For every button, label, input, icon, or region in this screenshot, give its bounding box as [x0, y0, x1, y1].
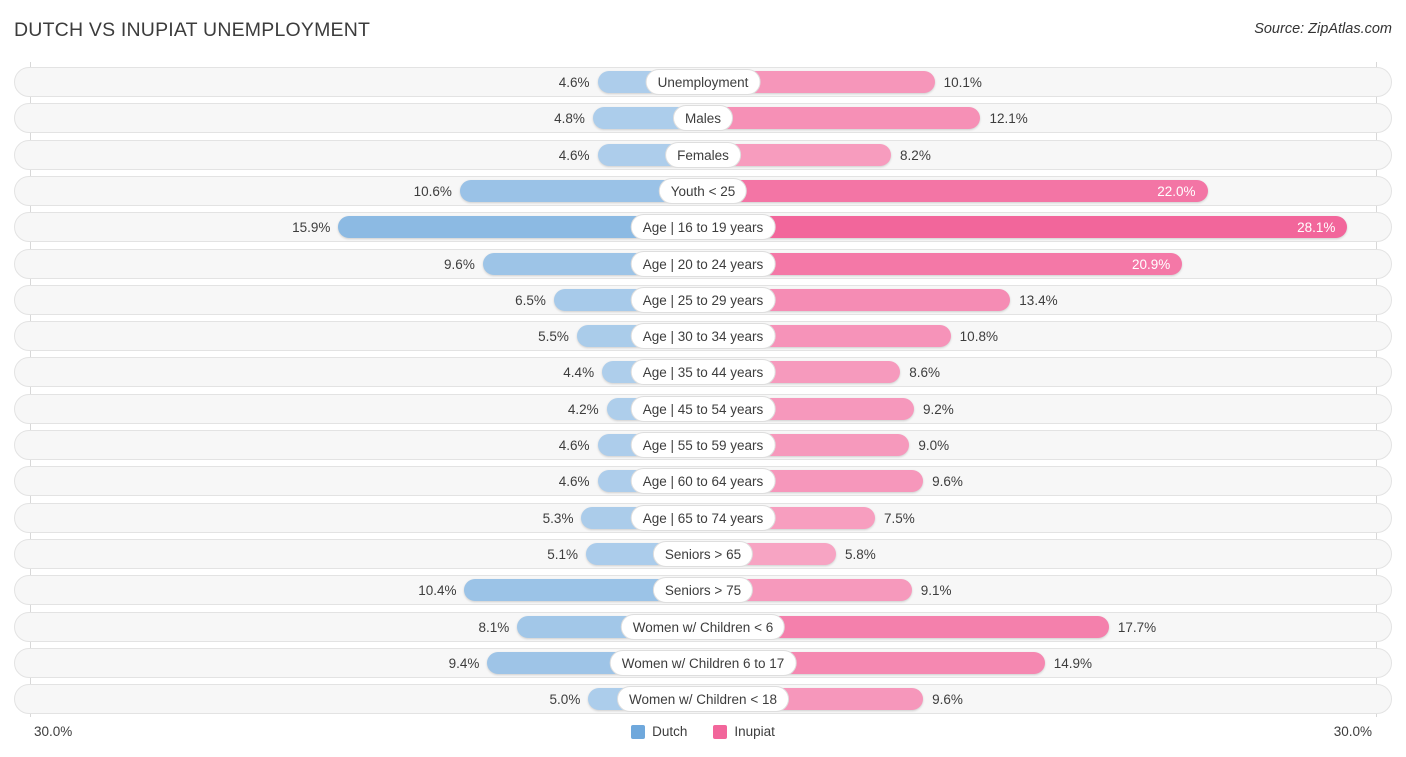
page-title: DUTCH VS INUPIAT UNEMPLOYMENT: [14, 19, 371, 41]
category-label: Youth < 25: [658, 177, 748, 204]
bar-value-inupiat: 14.9%: [1053, 655, 1092, 671]
bar-value-dutch: 4.6%: [558, 438, 590, 453]
bar-value-dutch: 8.1%: [478, 619, 510, 635]
bar-value-dutch: 6.5%: [515, 292, 546, 308]
bar-value-inupiat: 9.1%: [920, 583, 952, 599]
bar-value-inupiat: 28.1%: [1297, 220, 1336, 236]
category-label: Women w/ Children 6 to 17: [609, 649, 797, 676]
category-label: Women w/ Children < 18: [617, 686, 789, 713]
table-row: 9.6% 20.9% Age | 20 to 24 years: [14, 248, 1392, 279]
bar-value-inupiat: 13.4%: [1019, 292, 1058, 308]
bar-inupiat: [703, 216, 1348, 239]
chart-legend: Dutch Inupiat: [0, 724, 1406, 739]
table-row: 4.6% 8.2% Females: [14, 139, 1392, 170]
bar-value-inupiat: 7.5%: [884, 510, 915, 526]
table-row: 4.6% 10.1% Unemployment: [14, 67, 1392, 97]
category-label: Unemployment: [645, 69, 761, 95]
bar-value-inupiat: 8.6%: [909, 365, 940, 381]
legend-label: Dutch: [652, 724, 688, 739]
category-label: Age | 65 to 74 years: [630, 504, 776, 531]
bar-value-inupiat: 9.2%: [922, 401, 954, 417]
bar-value-inupiat: 10.1%: [943, 75, 982, 90]
category-label: Males: [672, 105, 734, 132]
bar-value-inupiat: 9.6%: [932, 692, 963, 708]
table-row: 5.0% 9.6% Women w/ Children < 18: [14, 684, 1392, 715]
bar-value-dutch: 5.3%: [542, 510, 574, 526]
chart-header: DUTCH VS INUPIAT UNEMPLOYMENT Source: Zi…: [0, 0, 1406, 62]
source-attribution: Source: ZipAtlas.com: [1254, 21, 1392, 37]
bar-value-dutch: 15.9%: [292, 220, 331, 236]
category-label: Age | 60 to 64 years: [630, 468, 776, 495]
bar-value-dutch: 4.6%: [558, 474, 590, 490]
table-row: 10.6% 22.0% Youth < 25: [14, 175, 1392, 206]
table-row: 15.9% 28.1% Age | 16 to 19 years: [14, 212, 1392, 243]
bar-value-dutch: 10.6%: [413, 183, 452, 199]
category-label: Women w/ Children < 6: [620, 613, 786, 640]
bar-value-dutch: 10.4%: [418, 583, 457, 599]
chart-footer: 30.0% 30.0% Dutch Inupiat: [0, 717, 1406, 757]
legend-swatch-icon: [713, 724, 728, 739]
category-label: Females: [665, 141, 741, 168]
table-row: 9.4% 14.9% Women w/ Children 6 to 17: [14, 647, 1392, 678]
bar-value-inupiat: 8.2%: [900, 147, 931, 163]
table-row: 6.5% 13.4% Age | 25 to 29 years: [14, 284, 1392, 315]
legend-item[interactable]: Dutch: [631, 724, 687, 739]
bar-value-dutch: 4.8%: [554, 111, 585, 127]
table-row: 5.1% 5.8% Seniors > 65: [14, 538, 1392, 569]
bar-value-dutch: 4.4%: [563, 365, 595, 381]
bar-inupiat: [703, 107, 981, 130]
category-label: Age | 20 to 24 years: [630, 250, 776, 277]
category-label: Age | 55 to 59 years: [630, 432, 776, 458]
table-row: 4.2% 9.2% Age | 45 to 54 years: [14, 393, 1392, 424]
table-row: 4.8% 12.1% Males: [14, 103, 1392, 134]
bar-value-inupiat: 10.8%: [959, 329, 998, 345]
bar-value-dutch: 9.6%: [444, 256, 475, 272]
legend-item[interactable]: Inupiat: [713, 724, 775, 739]
bar-value-dutch: 4.6%: [558, 75, 590, 90]
category-label: Seniors > 65: [652, 540, 754, 567]
bar-value-inupiat: 17.7%: [1117, 619, 1157, 635]
category-label: Age | 25 to 29 years: [630, 286, 776, 313]
bar-value-dutch: 4.2%: [567, 401, 599, 417]
bar-value-dutch: 9.4%: [448, 655, 480, 671]
table-row: 5.5% 10.8% Age | 30 to 34 years: [14, 321, 1392, 352]
category-label: Seniors > 75: [652, 577, 754, 604]
table-row: 8.1% 17.7% Women w/ Children < 6: [14, 611, 1392, 642]
table-row: 4.4% 8.6% Age | 35 to 44 years: [14, 357, 1392, 388]
bar-value-inupiat: 5.8%: [845, 546, 876, 562]
bar-value-inupiat: 12.1%: [989, 111, 1028, 127]
bar-value-dutch: 5.5%: [538, 329, 569, 345]
category-label: Age | 16 to 19 years: [630, 214, 776, 241]
table-row: 5.3% 7.5% Age | 65 to 74 years: [14, 502, 1392, 533]
bar-value-dutch: 4.6%: [558, 147, 590, 163]
bar-value-dutch: 5.1%: [547, 546, 579, 562]
table-row: 4.6% 9.0% Age | 55 to 59 years: [14, 430, 1392, 460]
category-label: Age | 30 to 34 years: [630, 323, 776, 350]
bar-value-inupiat: 9.6%: [932, 474, 963, 490]
category-label: Age | 45 to 54 years: [630, 395, 776, 422]
legend-label: Inupiat: [734, 724, 775, 739]
legend-swatch-icon: [631, 724, 646, 739]
table-row: 10.4% 9.1% Seniors > 75: [14, 575, 1392, 606]
table-row: 4.6% 9.6% Age | 60 to 64 years: [14, 466, 1392, 497]
chart-plot-area: 4.6% 10.1% Unemployment 4.8% 12.1% Males 4.6% 8…: [0, 62, 1406, 717]
category-label: Age | 35 to 44 years: [630, 359, 776, 386]
bar-value-inupiat: 20.9%: [1132, 256, 1171, 272]
bar-value-dutch: 5.0%: [549, 692, 581, 708]
bar-value-inupiat: 9.0%: [918, 438, 950, 453]
bar-value-inupiat: 22.0%: [1157, 183, 1196, 199]
